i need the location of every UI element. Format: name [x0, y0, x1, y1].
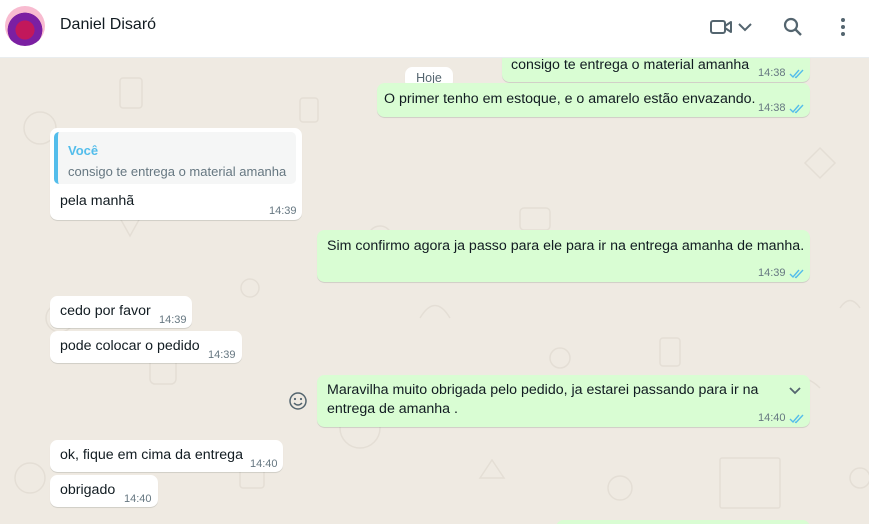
message-text: ok, fique em cima da entrega — [60, 447, 243, 463]
message-text: Sim confirmo agora ja passo para ele par… — [327, 238, 805, 254]
read-ticks-icon — [789, 414, 804, 424]
message-incoming[interactable]: cedo por favor 14:39 — [50, 296, 192, 328]
message-time: 14:39 — [208, 349, 236, 361]
read-ticks-icon — [789, 69, 804, 79]
search-icon[interactable] — [778, 12, 808, 42]
contact-name[interactable]: Daniel Disaró — [60, 16, 156, 34]
chat-area[interactable]: consigo te entrega o material amanha 14:… — [0, 58, 869, 524]
message-text: O primer tenho em estoque, e o amarelo e… — [384, 91, 756, 107]
message-text: cedo por favor — [60, 303, 151, 319]
message-incoming[interactable]: obrigado 14:40 — [50, 475, 158, 507]
message-text: pela manhã — [60, 193, 135, 209]
message-text: obrigado — [60, 482, 116, 498]
read-ticks-icon — [789, 269, 804, 279]
contact-avatar[interactable] — [5, 6, 45, 46]
menu-icon[interactable] — [828, 12, 858, 42]
message-time: 14:40 — [124, 493, 152, 505]
quoted-message[interactable]: Você consigo te entrega o material amanh… — [54, 132, 296, 184]
message-text: pode colocar o pedido — [60, 338, 200, 354]
message-meta: 14:39 — [758, 264, 805, 283]
message-text-line2: entrega de amanha . — [327, 401, 458, 417]
chevron-down-icon[interactable] — [734, 12, 756, 42]
message-outgoing[interactable]: Maravilha muito obrigada pelo pedido, ja… — [317, 375, 810, 427]
message-time: 14:40 — [758, 412, 786, 424]
message-meta: 14:38 — [758, 64, 805, 83]
emoji-react-icon[interactable] — [287, 390, 309, 412]
message-time: 14:38 — [758, 67, 786, 79]
message-incoming[interactable]: pode colocar o pedido 14:39 — [50, 331, 242, 363]
message-outgoing[interactable]: Sim confirmo agora ja passo para ele par… — [317, 230, 810, 282]
quote-text: consigo te entrega o material amanha — [68, 164, 287, 179]
message-time: 14:39 — [758, 267, 786, 279]
message-time: 14:39 — [159, 314, 187, 326]
message-outgoing-partial[interactable] — [556, 520, 810, 524]
message-time: 14:39 — [269, 205, 297, 217]
message-outgoing[interactable]: O primer tenho em estoque, e o amarelo e… — [377, 83, 810, 117]
video-call-icon[interactable] — [706, 12, 736, 42]
message-time: 14:38 — [758, 102, 786, 114]
message-incoming[interactable]: ok, fique em cima da entrega 14:40 — [50, 440, 283, 472]
message-incoming-reply[interactable]: Você consigo te entrega o material amanh… — [50, 128, 302, 220]
message-time: 14:40 — [250, 458, 278, 470]
message-meta: 14:40 — [758, 409, 805, 428]
message-outgoing[interactable]: consigo te entrega o material amanha 14:… — [502, 58, 810, 82]
message-text: consigo te entrega o material amanha — [511, 58, 750, 73]
quote-author: Você — [68, 143, 99, 158]
chevron-down-icon[interactable] — [787, 383, 803, 399]
chat-header: Daniel Disaró — [0, 0, 869, 58]
message-meta: 14:38 — [758, 99, 805, 118]
read-ticks-icon — [789, 104, 804, 114]
message-text-line1: Maravilha muito obrigada pelo pedido, ja… — [327, 382, 759, 398]
